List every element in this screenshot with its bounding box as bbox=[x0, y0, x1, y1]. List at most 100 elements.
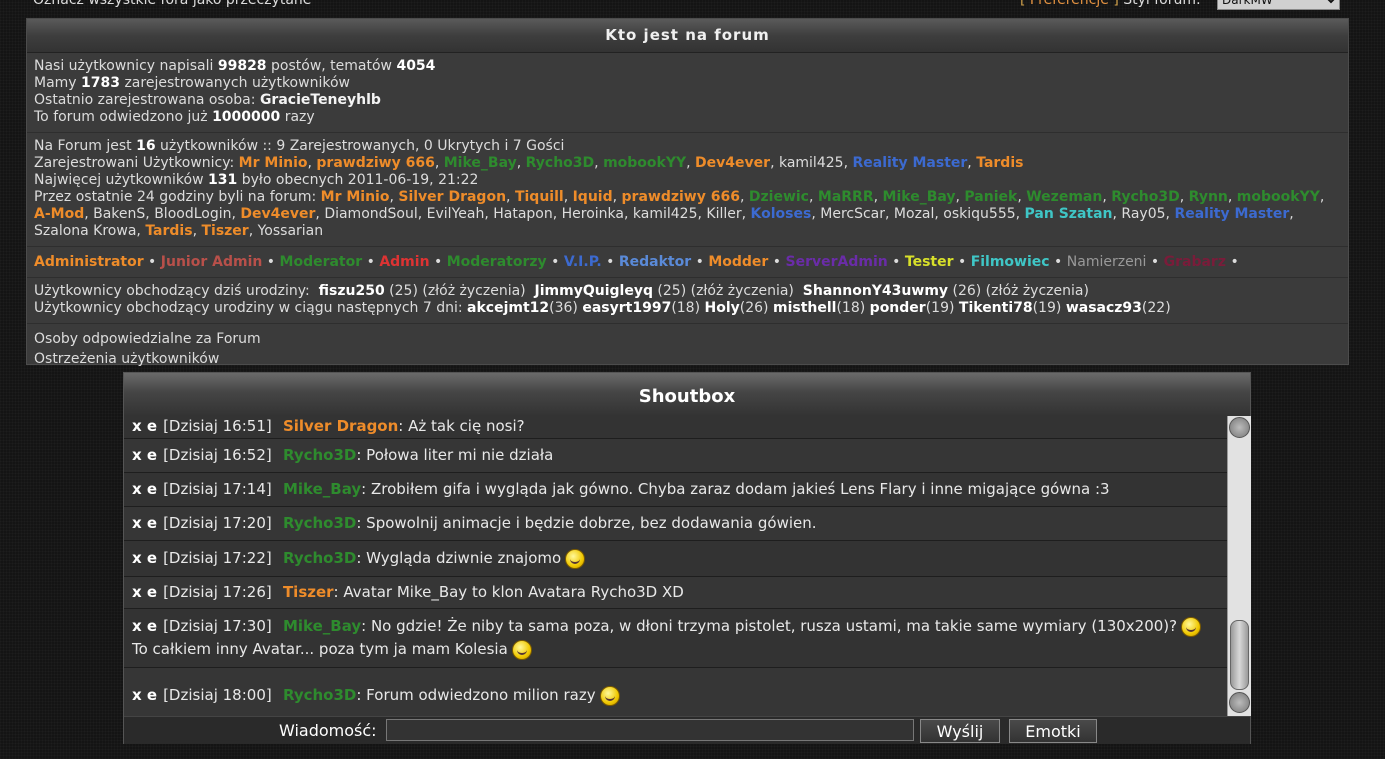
send-wishes-link[interactable]: (złóż życzenia) bbox=[986, 283, 1089, 299]
send-wishes-link[interactable]: (złóż życzenia) bbox=[691, 283, 794, 299]
user-link[interactable]: Dev4ever bbox=[240, 206, 315, 222]
group-link[interactable]: Filmowiec bbox=[971, 254, 1050, 270]
user-link[interactable]: Paniek bbox=[964, 189, 1017, 205]
user-link[interactable]: Pan Szatan bbox=[1025, 206, 1113, 222]
user-link[interactable]: Hatapon bbox=[493, 206, 553, 222]
delete-edit-controls[interactable]: x e bbox=[132, 446, 157, 464]
user-link[interactable]: oskiqu555 bbox=[943, 206, 1015, 222]
preferences-link[interactable]: Preferencje bbox=[1030, 0, 1109, 8]
user-link[interactable]: Killer bbox=[706, 206, 741, 222]
message-author-link[interactable]: Mike_Bay bbox=[278, 480, 361, 498]
user-link[interactable]: Mike_Bay bbox=[883, 189, 956, 205]
group-link[interactable]: Redaktor bbox=[619, 254, 691, 270]
user-link[interactable]: EvilYeah bbox=[427, 206, 485, 222]
delete-edit-controls[interactable]: x e bbox=[132, 549, 157, 567]
message-author-link[interactable]: Rycho3D bbox=[278, 514, 356, 532]
user-link[interactable]: Mr Minio bbox=[239, 155, 308, 171]
shoutbox-scrollbar[interactable] bbox=[1227, 416, 1251, 716]
warnings-link[interactable]: Ostrzeżenia użytkowników bbox=[34, 349, 1341, 369]
birthday-user-link[interactable]: misthell bbox=[773, 300, 836, 316]
user-link[interactable]: mobookYY bbox=[603, 155, 686, 171]
user-link[interactable]: Tiszer bbox=[201, 223, 248, 239]
user-link[interactable]: DiamondSoul bbox=[324, 206, 417, 222]
user-link[interactable]: Yossarian bbox=[258, 223, 324, 239]
user-link[interactable]: MercScar bbox=[820, 206, 885, 222]
group-link[interactable]: Grabarz bbox=[1164, 254, 1226, 270]
staff-link[interactable]: Osoby odpowiedzialne za Forum bbox=[34, 329, 1341, 349]
group-link[interactable]: Junior Admin bbox=[161, 254, 263, 270]
group-link[interactable]: Tester bbox=[905, 254, 954, 270]
group-link[interactable]: Moderator bbox=[280, 254, 363, 270]
message-author-link[interactable]: Silver Dragon bbox=[278, 417, 398, 435]
scroll-thumb[interactable] bbox=[1230, 620, 1249, 690]
group-link[interactable]: Admin bbox=[379, 254, 429, 270]
newest-user-link[interactable]: GracieTeneyhlb bbox=[260, 92, 381, 108]
mark-all-read-link[interactable]: Oznacz wszystkie fora jako przeczytane bbox=[33, 0, 311, 8]
delete-edit-controls[interactable]: x e bbox=[132, 617, 157, 635]
group-link[interactable]: Moderatorzy bbox=[447, 254, 547, 270]
user-link[interactable]: A-Mod bbox=[34, 206, 84, 222]
delete-edit-controls[interactable]: x e bbox=[132, 480, 157, 498]
group-link[interactable]: V.I.P. bbox=[564, 254, 602, 270]
user-link[interactable]: Dziewic bbox=[749, 189, 809, 205]
birthday-user-link[interactable]: JimmyQuigleyq bbox=[535, 283, 653, 299]
birthday-user-link[interactable]: wasacz93 bbox=[1066, 300, 1142, 316]
birthday-user-link[interactable]: Holy bbox=[705, 300, 740, 316]
user-link[interactable]: Rycho3D bbox=[1111, 189, 1180, 205]
user-link[interactable]: Mike_Bay bbox=[444, 155, 517, 171]
user-link[interactable]: kamil425 bbox=[779, 155, 844, 171]
scroll-up-button[interactable] bbox=[1229, 417, 1250, 438]
user-link[interactable]: Tardis bbox=[145, 223, 192, 239]
user-link[interactable]: Ray05 bbox=[1121, 206, 1165, 222]
forum-style-select[interactable]: DarkMW bbox=[1217, 0, 1340, 10]
emoticons-button[interactable]: Emotki bbox=[1009, 719, 1097, 743]
birthday-user-link[interactable]: ponder bbox=[870, 300, 926, 316]
user-link[interactable]: Tiquill bbox=[515, 189, 564, 205]
user-link[interactable]: kamil425 bbox=[633, 206, 698, 222]
user-link[interactable]: Silver Dragon bbox=[398, 189, 506, 205]
user-link[interactable]: Mr Minio bbox=[321, 189, 390, 205]
user-link[interactable]: Szalona Krowa bbox=[34, 223, 136, 239]
user-link[interactable]: BakenS bbox=[93, 206, 145, 222]
user-link[interactable]: Tardis bbox=[976, 155, 1023, 171]
message-input[interactable] bbox=[386, 719, 914, 741]
user-link[interactable]: Iquid bbox=[573, 189, 613, 205]
message-author-link[interactable]: Rycho3D bbox=[278, 446, 356, 464]
message-author-link[interactable]: Tiszer bbox=[278, 583, 334, 601]
birthday-user-link[interactable]: Tikenti78 bbox=[959, 300, 1033, 316]
user-link[interactable]: mobookYY bbox=[1237, 189, 1320, 205]
group-link[interactable]: Administrator bbox=[34, 254, 144, 270]
group-link[interactable]: Namierzeni bbox=[1067, 254, 1147, 270]
user-link[interactable]: Rynn bbox=[1189, 189, 1228, 205]
user-link[interactable]: Koloses bbox=[751, 206, 812, 222]
delete-edit-controls[interactable]: x e bbox=[132, 514, 157, 532]
message-author-link[interactable]: Rycho3D bbox=[278, 686, 356, 704]
message-author-link[interactable]: Rycho3D bbox=[278, 549, 356, 567]
last24-label: Przez ostatnie 24 godziny byli na forum: bbox=[34, 189, 321, 205]
delete-edit-controls[interactable]: x e bbox=[132, 686, 157, 704]
message-author-link[interactable]: Mike_Bay bbox=[278, 617, 361, 635]
group-link[interactable]: Modder bbox=[708, 254, 768, 270]
user-link[interactable]: MaRRR bbox=[818, 189, 874, 205]
delete-edit-controls[interactable]: x e bbox=[132, 583, 157, 601]
max-text: było obecnych 2011-06-19, 21:22 bbox=[237, 172, 479, 188]
user-link[interactable]: Mozal bbox=[894, 206, 934, 222]
birthday-user-link[interactable]: easyrt1997 bbox=[582, 300, 671, 316]
user-link[interactable]: Reality Master bbox=[852, 155, 967, 171]
scroll-down-button[interactable] bbox=[1229, 692, 1250, 713]
send-wishes-link[interactable]: (złóż życzenia) bbox=[422, 283, 525, 299]
user-link[interactable]: Rycho3D bbox=[526, 155, 595, 171]
send-button[interactable]: Wyślij bbox=[920, 719, 1000, 743]
user-link[interactable]: BloodLogin bbox=[154, 206, 231, 222]
user-link[interactable]: prawdziwy 666 bbox=[622, 189, 740, 205]
user-link[interactable]: Heroinka bbox=[562, 206, 624, 222]
birthday-user-link[interactable]: ShannonY43uwmy bbox=[803, 283, 948, 299]
user-link[interactable]: prawdziwy 666 bbox=[316, 155, 434, 171]
user-link[interactable]: Dev4ever bbox=[695, 155, 770, 171]
birthday-user-link[interactable]: akcejmt12 bbox=[467, 300, 549, 316]
birthday-user-link[interactable]: fiszu250 bbox=[319, 283, 385, 299]
group-link[interactable]: ServerAdmin bbox=[786, 254, 888, 270]
user-link[interactable]: Reality Master bbox=[1174, 206, 1289, 222]
delete-edit-controls[interactable]: x e bbox=[132, 417, 157, 435]
user-link[interactable]: Wezeman bbox=[1026, 189, 1102, 205]
